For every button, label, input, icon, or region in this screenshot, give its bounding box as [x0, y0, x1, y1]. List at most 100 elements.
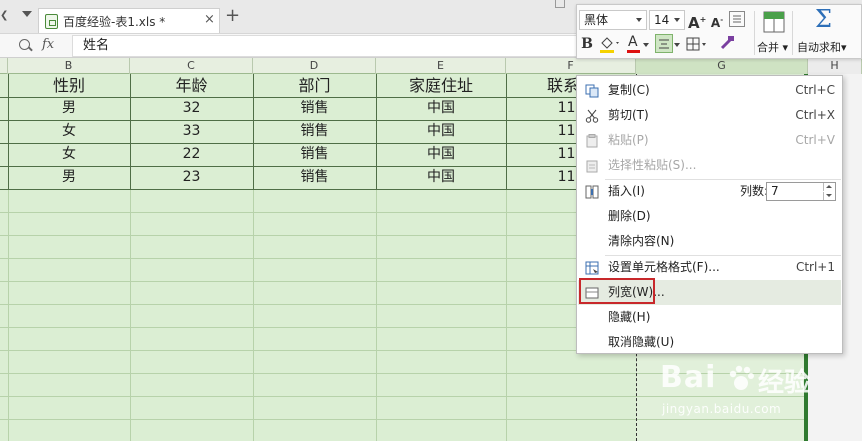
menu-item-copy[interactable]: 复制(C) Ctrl+C — [578, 78, 841, 103]
autosum-button[interactable]: 自动求和▾ — [797, 39, 847, 55]
menu-item-delete[interactable]: 删除(D) — [578, 204, 841, 229]
column-header-f[interactable]: F — [506, 58, 636, 74]
column-header-d[interactable]: D — [253, 58, 376, 74]
table-cell[interactable]: 中国 — [376, 166, 506, 189]
format-painter-icon — [720, 36, 734, 50]
new-tab-button[interactable]: + — [225, 5, 240, 26]
column-header-h[interactable]: H — [808, 58, 862, 74]
watermark-brand-cn: 经验 — [758, 368, 811, 398]
formula-input[interactable]: 姓名 — [72, 35, 577, 57]
format-cells-icon — [585, 261, 599, 275]
border-icon — [686, 37, 706, 51]
menu-item-shortcut: Ctrl+C — [795, 83, 835, 97]
table-cell[interactable]: 32 — [130, 97, 253, 120]
clear-format-button[interactable] — [729, 11, 745, 27]
merge-cells-icon[interactable] — [763, 11, 785, 33]
table-cell[interactable]: 22 — [130, 143, 253, 166]
font-color-swatch — [627, 50, 640, 53]
close-tab-icon[interactable]: × — [204, 12, 215, 27]
font-name-value: 黑体 — [584, 13, 609, 27]
font-size-value: 14 — [654, 13, 670, 27]
border-button[interactable] — [683, 34, 709, 54]
toolbar-separator — [792, 11, 793, 55]
autosum-icon[interactable]: Σ — [815, 5, 832, 33]
menu-item-shortcut: Ctrl+V — [795, 133, 835, 147]
table-cell[interactable]: 中国 — [376, 120, 506, 143]
document-tab-title: 百度经验-表1.xls * — [63, 15, 166, 29]
bold-button[interactable]: B — [579, 34, 595, 54]
chevron-down-icon — [674, 43, 680, 47]
stepper-down-icon[interactable] — [823, 192, 834, 200]
menu-item-cut[interactable]: 剪切(T) Ctrl+X — [578, 103, 841, 128]
insert-column-icon — [585, 185, 599, 199]
tab-list-dropdown-icon[interactable] — [22, 11, 32, 17]
insert-function-button[interactable]: fx — [42, 37, 54, 52]
table-cell[interactable]: 中国 — [376, 97, 506, 120]
font-name-select[interactable]: 黑体 — [579, 10, 647, 30]
align-center-button[interactable] — [655, 34, 673, 53]
chevron-down-icon — [636, 18, 642, 22]
table-cell[interactable]: 中国 — [376, 143, 506, 166]
document-tab[interactable]: 百度经验-表1.xls * × — [38, 8, 220, 33]
table-cell[interactable]: 销售 — [253, 97, 376, 120]
zoom-icon[interactable] — [19, 39, 30, 50]
stepper-up-icon[interactable] — [823, 183, 834, 191]
table-cell[interactable]: 男 — [8, 166, 130, 189]
table-cell[interactable]: 销售 — [253, 143, 376, 166]
menu-item-paste-special[interactable]: 选择性粘贴(S)... — [578, 153, 841, 178]
fill-color-button[interactable] — [597, 34, 621, 54]
align-dropdown[interactable] — [673, 34, 681, 54]
paste-icon — [586, 134, 598, 148]
highlight-annotation-box — [579, 278, 655, 304]
menu-item-clear-contents[interactable]: 清除内容(N) — [578, 229, 841, 254]
table-cell[interactable]: 23 — [130, 166, 253, 189]
scroll-tabs-left-icon[interactable]: ❮ — [0, 10, 8, 22]
format-painter-button[interactable] — [717, 34, 737, 54]
column-header-b[interactable]: B — [8, 58, 130, 74]
font-size-select[interactable]: 14 — [649, 10, 685, 30]
column-header-e[interactable]: E — [376, 58, 506, 74]
menu-item-format-cells[interactable]: 设置单元格格式(F)... Ctrl+1 — [578, 255, 841, 280]
table-cell[interactable]: 女 — [8, 143, 130, 166]
table-header-cell[interactable]: 家庭住址 — [376, 74, 506, 97]
column-header-a[interactable] — [0, 58, 8, 74]
menu-item-hide[interactable]: 隐藏(H) — [578, 305, 841, 330]
watermark-brand: Bai — [660, 360, 717, 395]
menu-item-unhide[interactable]: 取消隐藏(U) — [578, 330, 841, 355]
menu-item-paste[interactable]: 粘贴(P) Ctrl+V — [578, 128, 841, 153]
menu-item-label: 剪切(T) — [608, 108, 649, 122]
menu-item-label: 隐藏(H) — [608, 310, 651, 324]
column-header-strip: B C D E F G H — [0, 58, 862, 74]
paste-special-icon — [586, 160, 598, 173]
grow-font-button[interactable]: A+ — [688, 10, 706, 32]
menu-item-label: 复制(C) — [608, 83, 650, 97]
menu-item-insert[interactable]: 插入(I) 列数: 7 — [578, 179, 841, 204]
table-header-cell[interactable]: 年龄 — [130, 74, 253, 97]
menu-item-label: 粘贴(P) — [608, 133, 649, 147]
table-cell[interactable]: 男 — [8, 97, 130, 120]
table-cell[interactable]: 销售 — [253, 120, 376, 143]
table-header-cell[interactable]: 性别 — [8, 74, 130, 97]
table-cell[interactable]: 销售 — [253, 166, 376, 189]
menu-item-label: 删除(D) — [608, 209, 651, 223]
paw-logo-icon — [729, 365, 754, 390]
chevron-down-icon — [643, 43, 649, 47]
menu-item-shortcut: Ctrl+1 — [795, 260, 835, 274]
column-header-g[interactable]: G — [636, 58, 808, 74]
table-cell[interactable]: 33 — [130, 120, 253, 143]
menu-item-label: 插入(I) — [608, 184, 645, 198]
watermark-url: jingyan.baidu.com — [662, 402, 782, 416]
insert-count-stepper[interactable]: 7 — [766, 182, 836, 201]
autosum-label: 自动求和 — [797, 41, 841, 54]
menu-item-shortcut: Ctrl+X — [795, 108, 835, 122]
table-cell[interactable]: 女 — [8, 120, 130, 143]
column-header-c[interactable]: C — [130, 58, 253, 74]
merge-button[interactable]: 合并 ▾ — [757, 39, 788, 55]
shrink-font-button[interactable]: A- — [709, 10, 725, 30]
insert-count-value: 7 — [771, 184, 779, 198]
window-restore-icon[interactable] — [555, 0, 565, 8]
table-header-cell[interactable]: 部门 — [253, 74, 376, 97]
font-color-button[interactable]: A — [625, 34, 651, 54]
font-color-icon: A — [628, 34, 638, 50]
spreadsheet-file-icon — [45, 14, 58, 29]
